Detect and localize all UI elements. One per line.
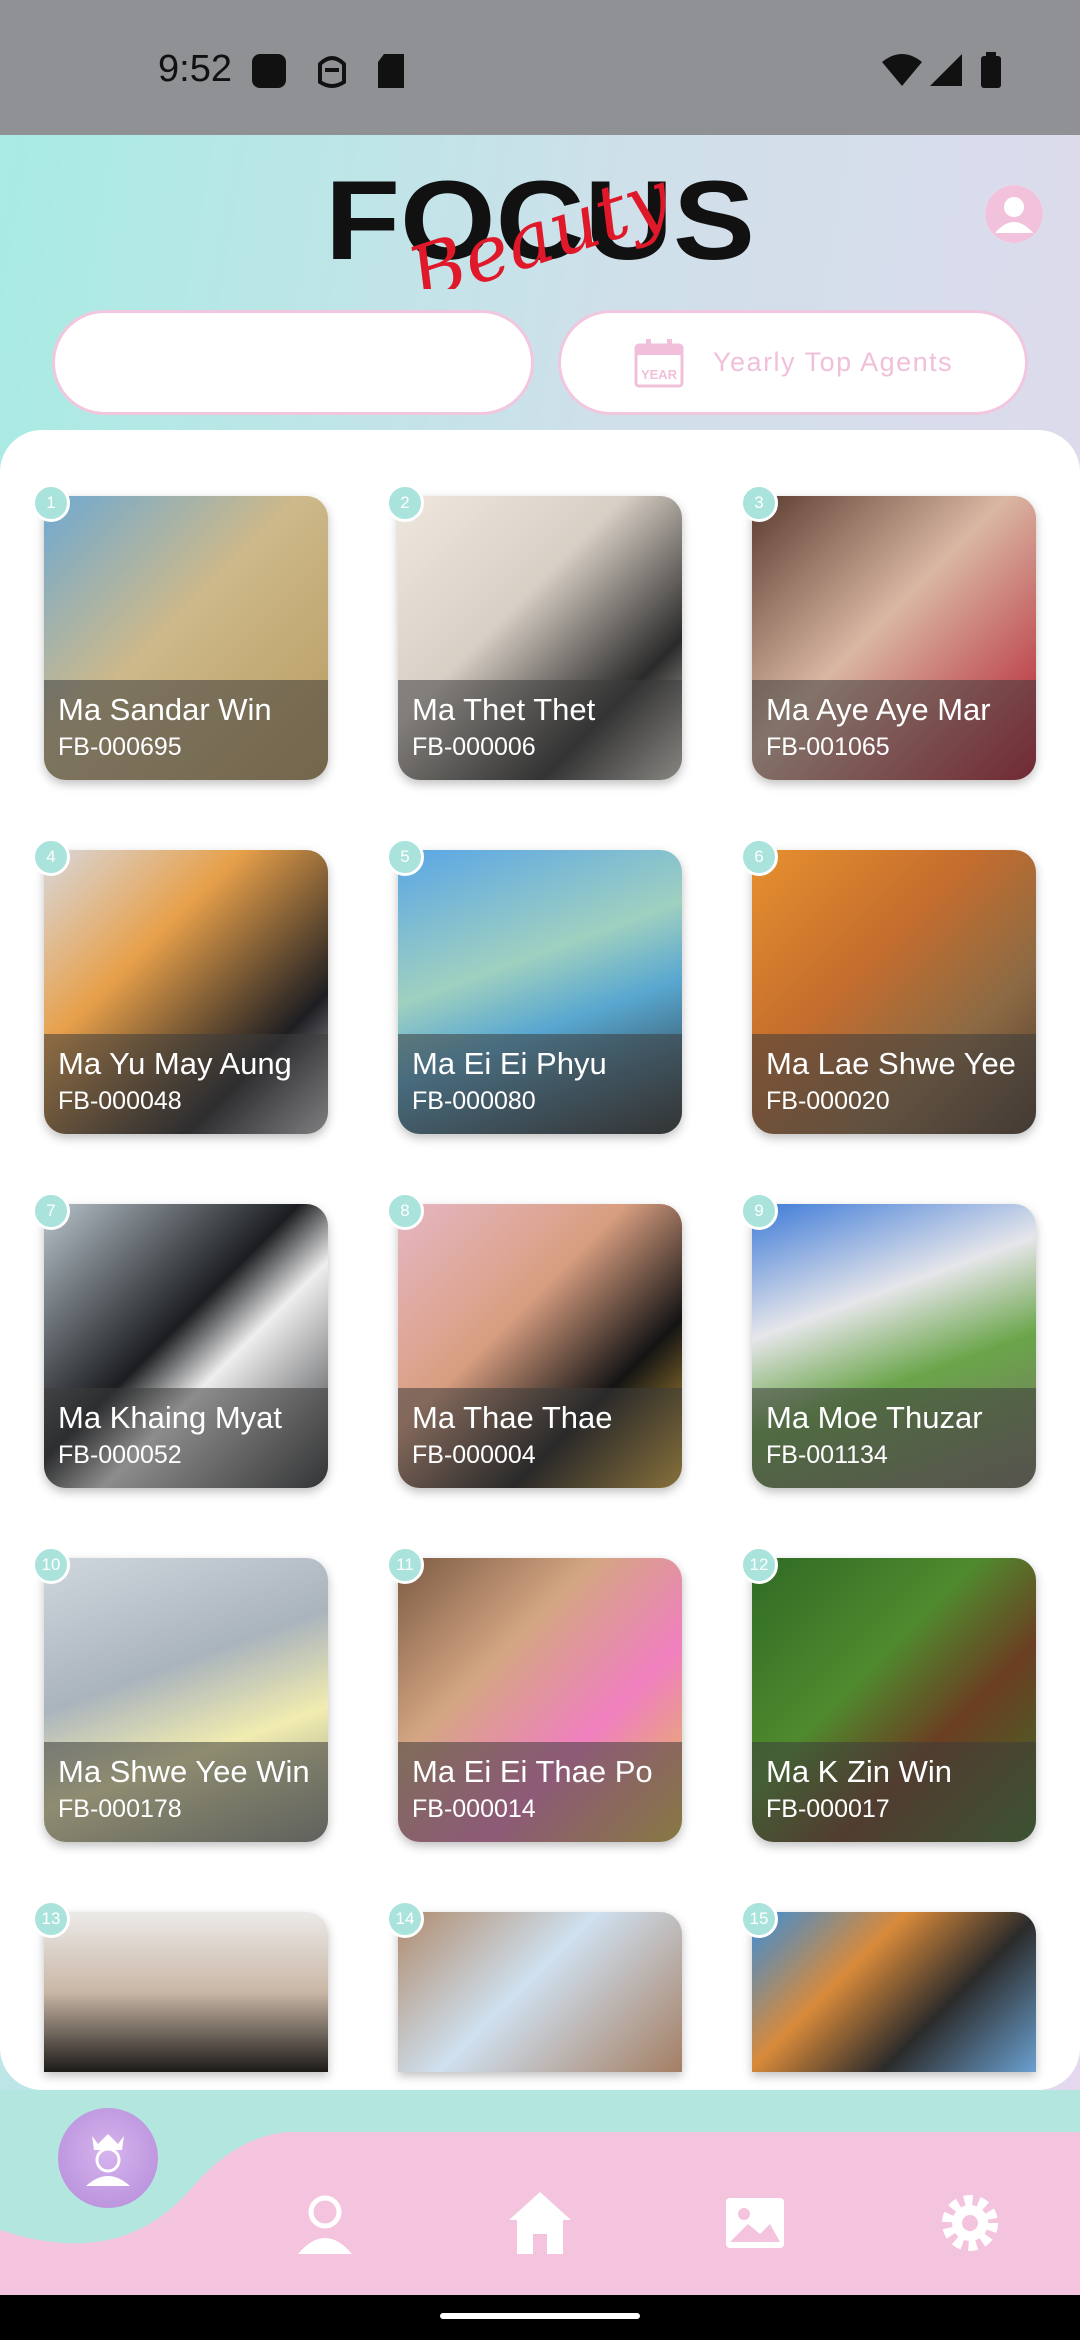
app-header: FOCUS Beauty [0, 135, 1080, 295]
settings-nav-icon[interactable] [935, 2188, 1005, 2258]
cell-signal-icon [930, 54, 962, 86]
agent-card[interactable]: Ma Ei Ei Phyu FB-000080 [398, 850, 682, 1134]
search-field[interactable] [52, 310, 534, 415]
agent-name: Ma Shwe Yee Win [58, 1754, 310, 1789]
rank-badge: 4 [32, 838, 70, 876]
agent-id: FB-000052 [58, 1441, 182, 1469]
agent-id: FB-000695 [58, 733, 182, 761]
agent-name: Ma Yu May Aung [58, 1046, 292, 1081]
agent-name: Ma K Zin Win [766, 1754, 953, 1789]
agent-photo [398, 1912, 682, 2072]
rank-badge: 14 [386, 1900, 424, 1938]
rank-badge: 12 [740, 1546, 778, 1584]
rank-badge: 11 [386, 1546, 424, 1584]
rank-badge: 2 [386, 484, 424, 522]
agent-name: Ma Ei Ei Phyu [412, 1046, 607, 1081]
yearly-top-agents-button[interactable]: YEAR Yearly Top Agents [558, 310, 1028, 415]
agent-id: FB-000017 [766, 1795, 890, 1823]
rank-badge: 5 [386, 838, 424, 876]
agent-card[interactable]: Ma Shwe Yee Win FB-000178 [44, 1558, 328, 1842]
rank-badge: 10 [32, 1546, 70, 1584]
calendar-icon-text: YEAR [641, 367, 678, 382]
rank-badge: 8 [386, 1192, 424, 1230]
top-agents-fab[interactable] [58, 2108, 158, 2208]
agent-card[interactable]: Ma Thae Thae FB-000004 [398, 1204, 682, 1488]
agent-card[interactable]: Ma K Zin Win FB-000017 [752, 1558, 1036, 1842]
rank-badge: 3 [740, 484, 778, 522]
agent-id: FB-000080 [412, 1087, 536, 1115]
gallery-nav-icon[interactable] [720, 2188, 790, 2258]
agent-name: Ma Lae Shwe Yee [766, 1046, 1016, 1081]
rank-badge: 15 [740, 1900, 778, 1938]
agent-name: Ma Khaing Myat [58, 1400, 282, 1435]
agent-name: Ma Aye Aye Mar [766, 692, 991, 727]
agents-panel[interactable]: Ma Sandar Win FB-000695 Ma Thet Thet FB-… [0, 430, 1080, 2090]
notification-icon [252, 54, 286, 88]
agent-card[interactable]: Ma Khaing Myat FB-000052 [44, 1204, 328, 1488]
user-avatar-icon [985, 185, 1043, 243]
agent-name: Ma Ei Ei Thae Po [412, 1754, 653, 1789]
agent-name: Ma Sandar Win [58, 692, 272, 727]
agent-card[interactable] [398, 1912, 682, 2072]
agent-card[interactable]: Ma Aye Aye Mar FB-001065 [752, 496, 1036, 780]
agent-photo [752, 1912, 1036, 2072]
rank-badge: 6 [740, 838, 778, 876]
agent-id: FB-001134 [766, 1441, 888, 1469]
rank-badge: 13 [32, 1900, 70, 1938]
calendar-icon: YEAR [634, 338, 684, 387]
agent-photo [44, 1912, 328, 2072]
status-bar: 9:52 [0, 0, 1080, 135]
agent-card[interactable]: Ma Lae Shwe Yee FB-000020 [752, 850, 1036, 1134]
agent-card[interactable]: Ma Ei Ei Thae Po FB-000014 [398, 1558, 682, 1842]
focus-beauty-logo: FOCUS Beauty [325, 152, 755, 289]
agent-id: FB-000004 [412, 1441, 536, 1469]
agent-id: FB-000020 [766, 1087, 890, 1115]
agent-name: Ma Moe Thuzar [766, 1400, 983, 1435]
agent-card[interactable]: Ma Yu May Aung FB-000048 [44, 850, 328, 1134]
rank-badge: 1 [32, 484, 70, 522]
crown-user-icon [86, 2134, 130, 2186]
bottom-navigation [0, 2090, 1080, 2295]
profile-button[interactable] [985, 185, 1043, 243]
android-debug-icon [318, 56, 346, 88]
agent-card[interactable]: Ma Moe Thuzar FB-001134 [752, 1204, 1036, 1488]
status-time: 9:52 [158, 48, 232, 90]
agent-name: Ma Thet Thet [412, 692, 596, 727]
battery-icon [981, 52, 1001, 88]
agent-id: FB-000048 [58, 1087, 182, 1115]
agent-id: FB-001065 [766, 733, 890, 761]
wifi-icon [882, 54, 922, 86]
agent-card[interactable]: Ma Thet Thet FB-000006 [398, 496, 682, 780]
rank-badge: 9 [740, 1192, 778, 1230]
home-nav-icon[interactable] [505, 2188, 575, 2258]
agent-card[interactable] [44, 1912, 328, 2072]
rank-badge: 7 [32, 1192, 70, 1230]
yearly-top-agents-label: Yearly Top Agents [713, 347, 954, 377]
agent-name: Ma Thae Thae [412, 1400, 613, 1435]
agent-card[interactable]: Ma Sandar Win FB-000695 [44, 496, 328, 780]
profile-nav-icon[interactable] [290, 2188, 360, 2258]
agent-card[interactable] [752, 1912, 1036, 2072]
agent-id: FB-000178 [58, 1795, 182, 1823]
agent-id: FB-000006 [412, 733, 536, 761]
sd-card-icon [378, 54, 404, 88]
home-handle[interactable] [440, 2313, 640, 2319]
system-navigation-bar [0, 2295, 1080, 2340]
agent-id: FB-000014 [412, 1795, 536, 1823]
